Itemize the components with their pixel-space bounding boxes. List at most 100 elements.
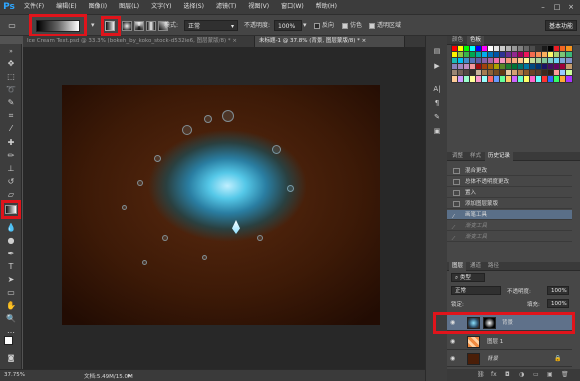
close-icon[interactable]: × (362, 38, 367, 44)
dodge-tool-icon[interactable]: ● (4, 235, 18, 246)
fill-input[interactable]: 100% (547, 299, 569, 308)
stamp-tool-icon[interactable]: ⊥ (4, 163, 18, 174)
tab-styles[interactable]: 样式 (467, 152, 484, 161)
gradient-tool-preset-icon[interactable]: ▭ (5, 20, 19, 31)
hand-tool-icon[interactable]: ✋ (4, 300, 18, 311)
menu-edit[interactable]: 编辑(E) (50, 0, 82, 14)
opacity-input[interactable]: 100% (274, 20, 302, 31)
type-tool-icon[interactable]: T (4, 261, 18, 272)
brush-tool-icon[interactable]: ✏ (4, 150, 18, 161)
link-icon[interactable]: ⛓ (477, 369, 485, 381)
workspace-select[interactable]: 基本功能 (545, 20, 577, 31)
menu-select[interactable]: 选择(S) (177, 0, 210, 14)
lock-icon: 🔒 (554, 355, 562, 362)
layer-thumbnail[interactable] (467, 336, 480, 348)
menu-window[interactable]: 窗口(W) (275, 0, 310, 14)
tab-color[interactable]: 颜色 (449, 36, 466, 45)
angle-gradient-icon[interactable] (134, 21, 144, 31)
fx-icon[interactable]: fx (491, 369, 497, 381)
history-item[interactable]: ⁄ 渐变工具 (447, 232, 572, 242)
brush-panel-icon[interactable]: ✎ (431, 112, 443, 122)
maximize-button[interactable]: □ (550, 2, 564, 12)
history-item[interactable]: 置入 (447, 188, 572, 198)
layer-row[interactable]: ◉ 背景 🔒 (447, 351, 572, 367)
layer-row[interactable]: ◉ 图层 1 (447, 334, 572, 350)
reverse-checkbox[interactable]: 反向 (314, 20, 334, 31)
healing-tool-icon[interactable]: ✚ (4, 137, 18, 148)
history-panel-icon[interactable]: ▤ (431, 46, 443, 56)
history-item[interactable]: ⁄ 渐变工具 (447, 221, 572, 231)
menu-type[interactable]: 文字(Y) (145, 0, 177, 14)
crop-tool-icon[interactable]: ⌗ (4, 110, 18, 121)
pen-tool-icon[interactable]: ✒ (4, 248, 18, 259)
quick-select-tool-icon[interactable]: ✎ (4, 97, 18, 108)
history-item[interactable]: 混合更改 (447, 166, 572, 176)
folder-icon[interactable]: ▭ (533, 369, 539, 381)
tab-channels[interactable]: 通道 (467, 262, 484, 271)
mode-select[interactable]: 正常 ▾ (184, 20, 238, 31)
adjustment-icon[interactable]: ◑ (519, 369, 524, 381)
tab-paths[interactable]: 路径 (485, 262, 502, 271)
eyedropper-tool-icon[interactable]: ⁄ (4, 123, 18, 134)
tab-ice-cream-text[interactable]: Ice Cream Text.psd @ 33.3% (bokeh_by_kok… (23, 36, 255, 47)
document-canvas-image[interactable] (62, 85, 380, 325)
color-swatch[interactable] (565, 75, 573, 83)
zoom-tool-icon[interactable]: 🔍 (4, 313, 18, 324)
radial-gradient-icon[interactable] (122, 21, 132, 31)
layer-opacity-input[interactable]: 100% (547, 286, 569, 295)
chevron-down-icon[interactable]: ▾ (91, 20, 95, 31)
reflected-gradient-icon[interactable] (146, 21, 156, 31)
toolbox-collapse-icon[interactable]: » (4, 46, 18, 57)
move-tool-icon[interactable]: ✥ (4, 58, 18, 69)
zoom-level[interactable]: 37.75% (4, 372, 25, 378)
tool-presets-icon[interactable]: ▣ (431, 126, 443, 136)
close-icon[interactable]: × (232, 38, 237, 44)
menu-image[interactable]: 图像(I) (83, 0, 113, 14)
history-item[interactable]: ⁄ 画笔工具 (447, 210, 572, 220)
tab-swatches[interactable]: 色板 (467, 36, 485, 45)
chevron-down-icon[interactable]: ▾ (303, 20, 307, 31)
marquee-tool-icon[interactable]: ⬚ (4, 71, 18, 82)
menu-filter[interactable]: 滤镜(T) (210, 0, 242, 14)
new-layer-icon[interactable]: ▣ (547, 369, 553, 381)
shape-tool-icon[interactable]: ▭ (4, 287, 18, 298)
history-item[interactable]: 添加图层蒙版 (447, 199, 572, 209)
history-item-label: 总体不透明度更改 (465, 179, 510, 185)
character-panel-icon[interactable]: A| (431, 84, 443, 94)
minimize-button[interactable]: – (536, 2, 550, 12)
eye-icon[interactable]: ◉ (450, 355, 458, 363)
history-item-label: 渐变工具 (465, 223, 488, 229)
actions-panel-icon[interactable]: ▶ (431, 61, 443, 71)
layer-filter-select[interactable]: ⌕ 类型 (451, 273, 485, 282)
blend-mode-select[interactable]: 正常 (451, 286, 501, 295)
chevron-right-icon[interactable]: ▸ (128, 372, 131, 379)
layer-thumbnail[interactable] (467, 353, 480, 365)
trash-icon[interactable]: 🗑 (561, 369, 569, 381)
add-mask-icon[interactable]: ◘ (505, 369, 510, 381)
menu-layer[interactable]: 图层(L) (113, 0, 145, 14)
more-tools-icon[interactable]: … (4, 325, 18, 336)
doc-size[interactable]: 文档:5.49M/15.0M (84, 372, 133, 380)
transparency-checkbox[interactable]: 透明区域 (369, 20, 401, 31)
eye-icon[interactable]: ◉ (450, 338, 458, 346)
bokeh-light (222, 110, 234, 122)
tab-untitled-1[interactable]: 未标题-1 @ 37.8% (背景, 图层蒙版/8) * × (255, 36, 405, 47)
dither-checkbox[interactable]: 仿色 (342, 20, 362, 31)
quick-mask-icon[interactable]: ◙ (4, 353, 18, 364)
history-brush-tool-icon[interactable]: ↺ (4, 176, 18, 187)
foreground-color-swatch[interactable] (4, 336, 13, 345)
bokeh-light (122, 205, 127, 210)
blur-tool-icon[interactable]: 💧 (4, 222, 18, 233)
tab-history[interactable]: 历史记录 (485, 152, 514, 161)
lasso-tool-icon[interactable]: ➰ (4, 84, 18, 95)
eraser-tool-icon[interactable]: ▱ (4, 189, 18, 200)
menu-view[interactable]: 视图(V) (242, 0, 275, 14)
menu-help[interactable]: 帮助(H) (310, 0, 343, 14)
history-item[interactable]: 总体不透明度更改 (447, 177, 572, 187)
paragraph-panel-icon[interactable]: ¶ (431, 98, 443, 108)
menu-file[interactable]: 文件(F) (18, 0, 50, 14)
tab-layers[interactable]: 图层 (449, 262, 467, 271)
tab-adjustments[interactable]: 调整 (449, 152, 466, 161)
close-button[interactable]: × (564, 2, 578, 12)
path-select-tool-icon[interactable]: ➤ (4, 274, 18, 285)
